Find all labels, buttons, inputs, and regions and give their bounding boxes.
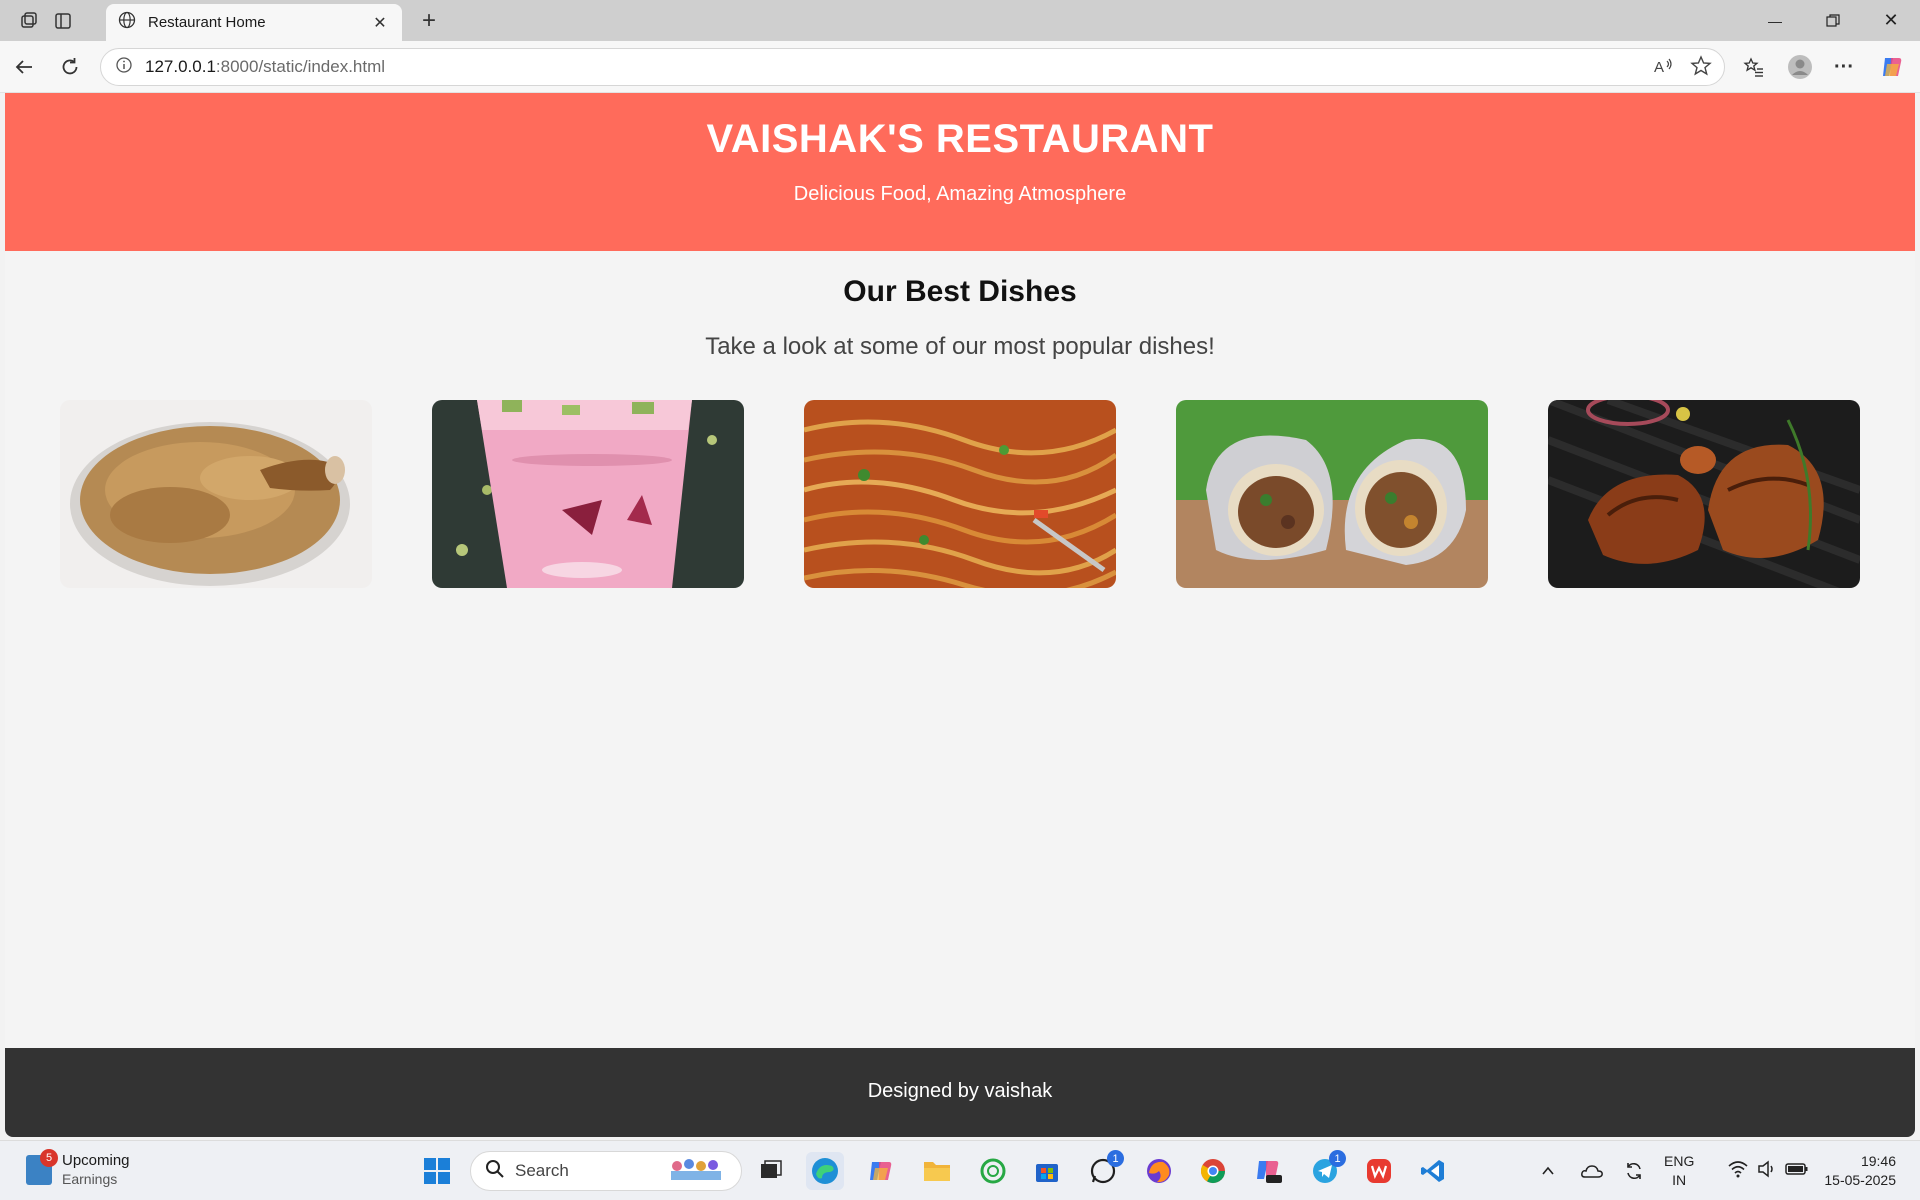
search-icon bbox=[485, 1159, 505, 1184]
minimize-icon[interactable]: — bbox=[1746, 0, 1804, 41]
taskbar-search[interactable]: Search bbox=[470, 1151, 742, 1191]
widget-subtitle: Earnings bbox=[62, 1171, 118, 1187]
store-icon bbox=[1036, 1164, 1058, 1182]
tab-title: Restaurant Home bbox=[148, 14, 266, 31]
dish-image-biryani bbox=[60, 400, 372, 588]
input-language[interactable]: ENG IN bbox=[1664, 1152, 1694, 1190]
chrome-icon bbox=[1200, 1159, 1225, 1184]
browser-tab-bar: Restaurant Home ✕ + — ✕ bbox=[0, 0, 1920, 41]
new-tab-button[interactable]: + bbox=[414, 6, 444, 36]
widget-badge: 5 bbox=[40, 1149, 58, 1167]
onedrive-icon[interactable] bbox=[1576, 1152, 1608, 1190]
stocks-widget-icon: 5 bbox=[26, 1149, 58, 1185]
start-button[interactable] bbox=[418, 1152, 456, 1190]
browser-toolbar: 127.0.0.1:8000/static/index.html A ··· bbox=[0, 41, 1920, 93]
site-header: VAISHAK'S RESTAURANT Delicious Food, Ama… bbox=[5, 93, 1915, 251]
tab-restaurant-home[interactable]: Restaurant Home ✕ bbox=[106, 4, 402, 41]
noodles-image bbox=[804, 400, 1116, 588]
url-host: 127.0.0.1 bbox=[145, 57, 216, 76]
green-circle-icon bbox=[980, 1158, 1006, 1184]
search-highlight-icon bbox=[667, 1156, 727, 1187]
region-code: IN bbox=[1672, 1172, 1687, 1188]
m365-copilot-icon bbox=[1257, 1161, 1282, 1183]
sync-icon[interactable] bbox=[1618, 1152, 1650, 1190]
address-bar[interactable]: 127.0.0.1:8000/static/index.html A bbox=[100, 48, 1725, 86]
refresh-icon[interactable] bbox=[54, 51, 86, 83]
close-tab-icon[interactable]: ✕ bbox=[370, 13, 390, 33]
footer-credit: Designed by vaishak bbox=[867, 1080, 1053, 1102]
site-info-icon[interactable] bbox=[115, 56, 133, 79]
clock-time: 19:46 bbox=[1860, 1153, 1896, 1169]
read-aloud-icon[interactable]: A bbox=[1652, 55, 1674, 82]
chevron-up-icon bbox=[1542, 1166, 1554, 1175]
telegram-app[interactable]: 1 bbox=[1306, 1150, 1346, 1190]
wps-app[interactable] bbox=[1360, 1152, 1398, 1190]
task-view-icon bbox=[761, 1160, 782, 1178]
widgets-button[interactable]: 5 Upcoming Earnings bbox=[26, 1149, 130, 1189]
task-view-button[interactable] bbox=[752, 1152, 790, 1190]
burrito-image bbox=[1176, 400, 1488, 588]
folder-icon bbox=[924, 1162, 950, 1181]
volume-icon bbox=[1757, 1159, 1777, 1183]
site-tagline: Delicious Food, Amazing Atmosphere bbox=[793, 183, 1127, 205]
taskbar: 5 Upcoming Earnings Search 1 1 ENG IN 19… bbox=[0, 1140, 1920, 1200]
section-title: Our Best Dishes bbox=[843, 275, 1077, 308]
dish-image-burrito bbox=[1176, 400, 1488, 588]
vscode-icon bbox=[1421, 1160, 1444, 1182]
site-footer: Designed by vaishak bbox=[5, 1048, 1915, 1137]
copilot-taskbar-icon bbox=[870, 1162, 892, 1180]
dish-image-noodles bbox=[804, 400, 1116, 588]
quick-settings[interactable] bbox=[1712, 1152, 1824, 1190]
m365-app[interactable] bbox=[1250, 1152, 1288, 1190]
chrome-app[interactable] bbox=[1194, 1152, 1232, 1190]
copilot-icon[interactable] bbox=[1876, 51, 1908, 83]
back-icon[interactable] bbox=[8, 51, 40, 83]
svg-text:A: A bbox=[1654, 59, 1664, 76]
wps-office-icon bbox=[1367, 1159, 1391, 1183]
more-options-icon[interactable]: ··· bbox=[1828, 51, 1860, 83]
vertical-tabs-icon[interactable] bbox=[50, 8, 76, 34]
close-window-icon[interactable]: ✕ bbox=[1862, 0, 1920, 41]
copilot-app[interactable] bbox=[862, 1152, 900, 1190]
firefox-icon bbox=[1147, 1159, 1171, 1183]
falooda-image bbox=[432, 400, 744, 588]
workspaces-icon[interactable] bbox=[16, 8, 42, 34]
search-placeholder: Search bbox=[515, 1161, 569, 1180]
edge-icon bbox=[812, 1158, 838, 1184]
restore-icon[interactable] bbox=[1804, 0, 1862, 41]
battery-icon bbox=[1785, 1161, 1809, 1182]
refresh-app[interactable] bbox=[974, 1152, 1012, 1190]
grilled-chicken-image bbox=[1548, 400, 1860, 588]
dish-image-grilled-chicken bbox=[1548, 400, 1860, 588]
dish-image-falooda bbox=[432, 400, 744, 588]
windows-logo-icon bbox=[424, 1158, 450, 1184]
edge-app[interactable] bbox=[806, 1152, 844, 1190]
whatsapp-badge: 1 bbox=[1107, 1150, 1124, 1167]
url-path: :8000/static/index.html bbox=[215, 57, 386, 76]
system-clock[interactable]: 19:46 15-05-2025 bbox=[1824, 1152, 1896, 1190]
wifi-icon bbox=[1727, 1160, 1749, 1183]
clock-date: 15-05-2025 bbox=[1824, 1172, 1896, 1188]
site-title: VAISHAK'S RESTAURANT bbox=[706, 117, 1214, 161]
whatsapp-app[interactable]: 1 bbox=[1084, 1150, 1124, 1190]
language-code: ENG bbox=[1664, 1153, 1695, 1169]
favorite-star-icon[interactable] bbox=[1690, 55, 1712, 82]
profile-avatar-icon[interactable] bbox=[1784, 51, 1816, 83]
biryani-image bbox=[60, 400, 372, 588]
globe-icon bbox=[118, 11, 136, 34]
web-page: VAISHAK'S RESTAURANT Delicious Food, Ama… bbox=[5, 93, 1915, 1137]
widget-title: Upcoming bbox=[62, 1152, 130, 1169]
telegram-badge: 1 bbox=[1329, 1150, 1346, 1167]
section-subtitle: Take a look at some of our most popular … bbox=[705, 333, 1215, 360]
vscode-app[interactable] bbox=[1414, 1152, 1452, 1190]
store-app[interactable] bbox=[1028, 1152, 1066, 1190]
file-explorer-app[interactable] bbox=[918, 1152, 956, 1190]
favorites-icon[interactable] bbox=[1738, 51, 1770, 83]
show-hidden-icons[interactable] bbox=[1534, 1152, 1562, 1190]
firefox-app[interactable] bbox=[1140, 1152, 1178, 1190]
